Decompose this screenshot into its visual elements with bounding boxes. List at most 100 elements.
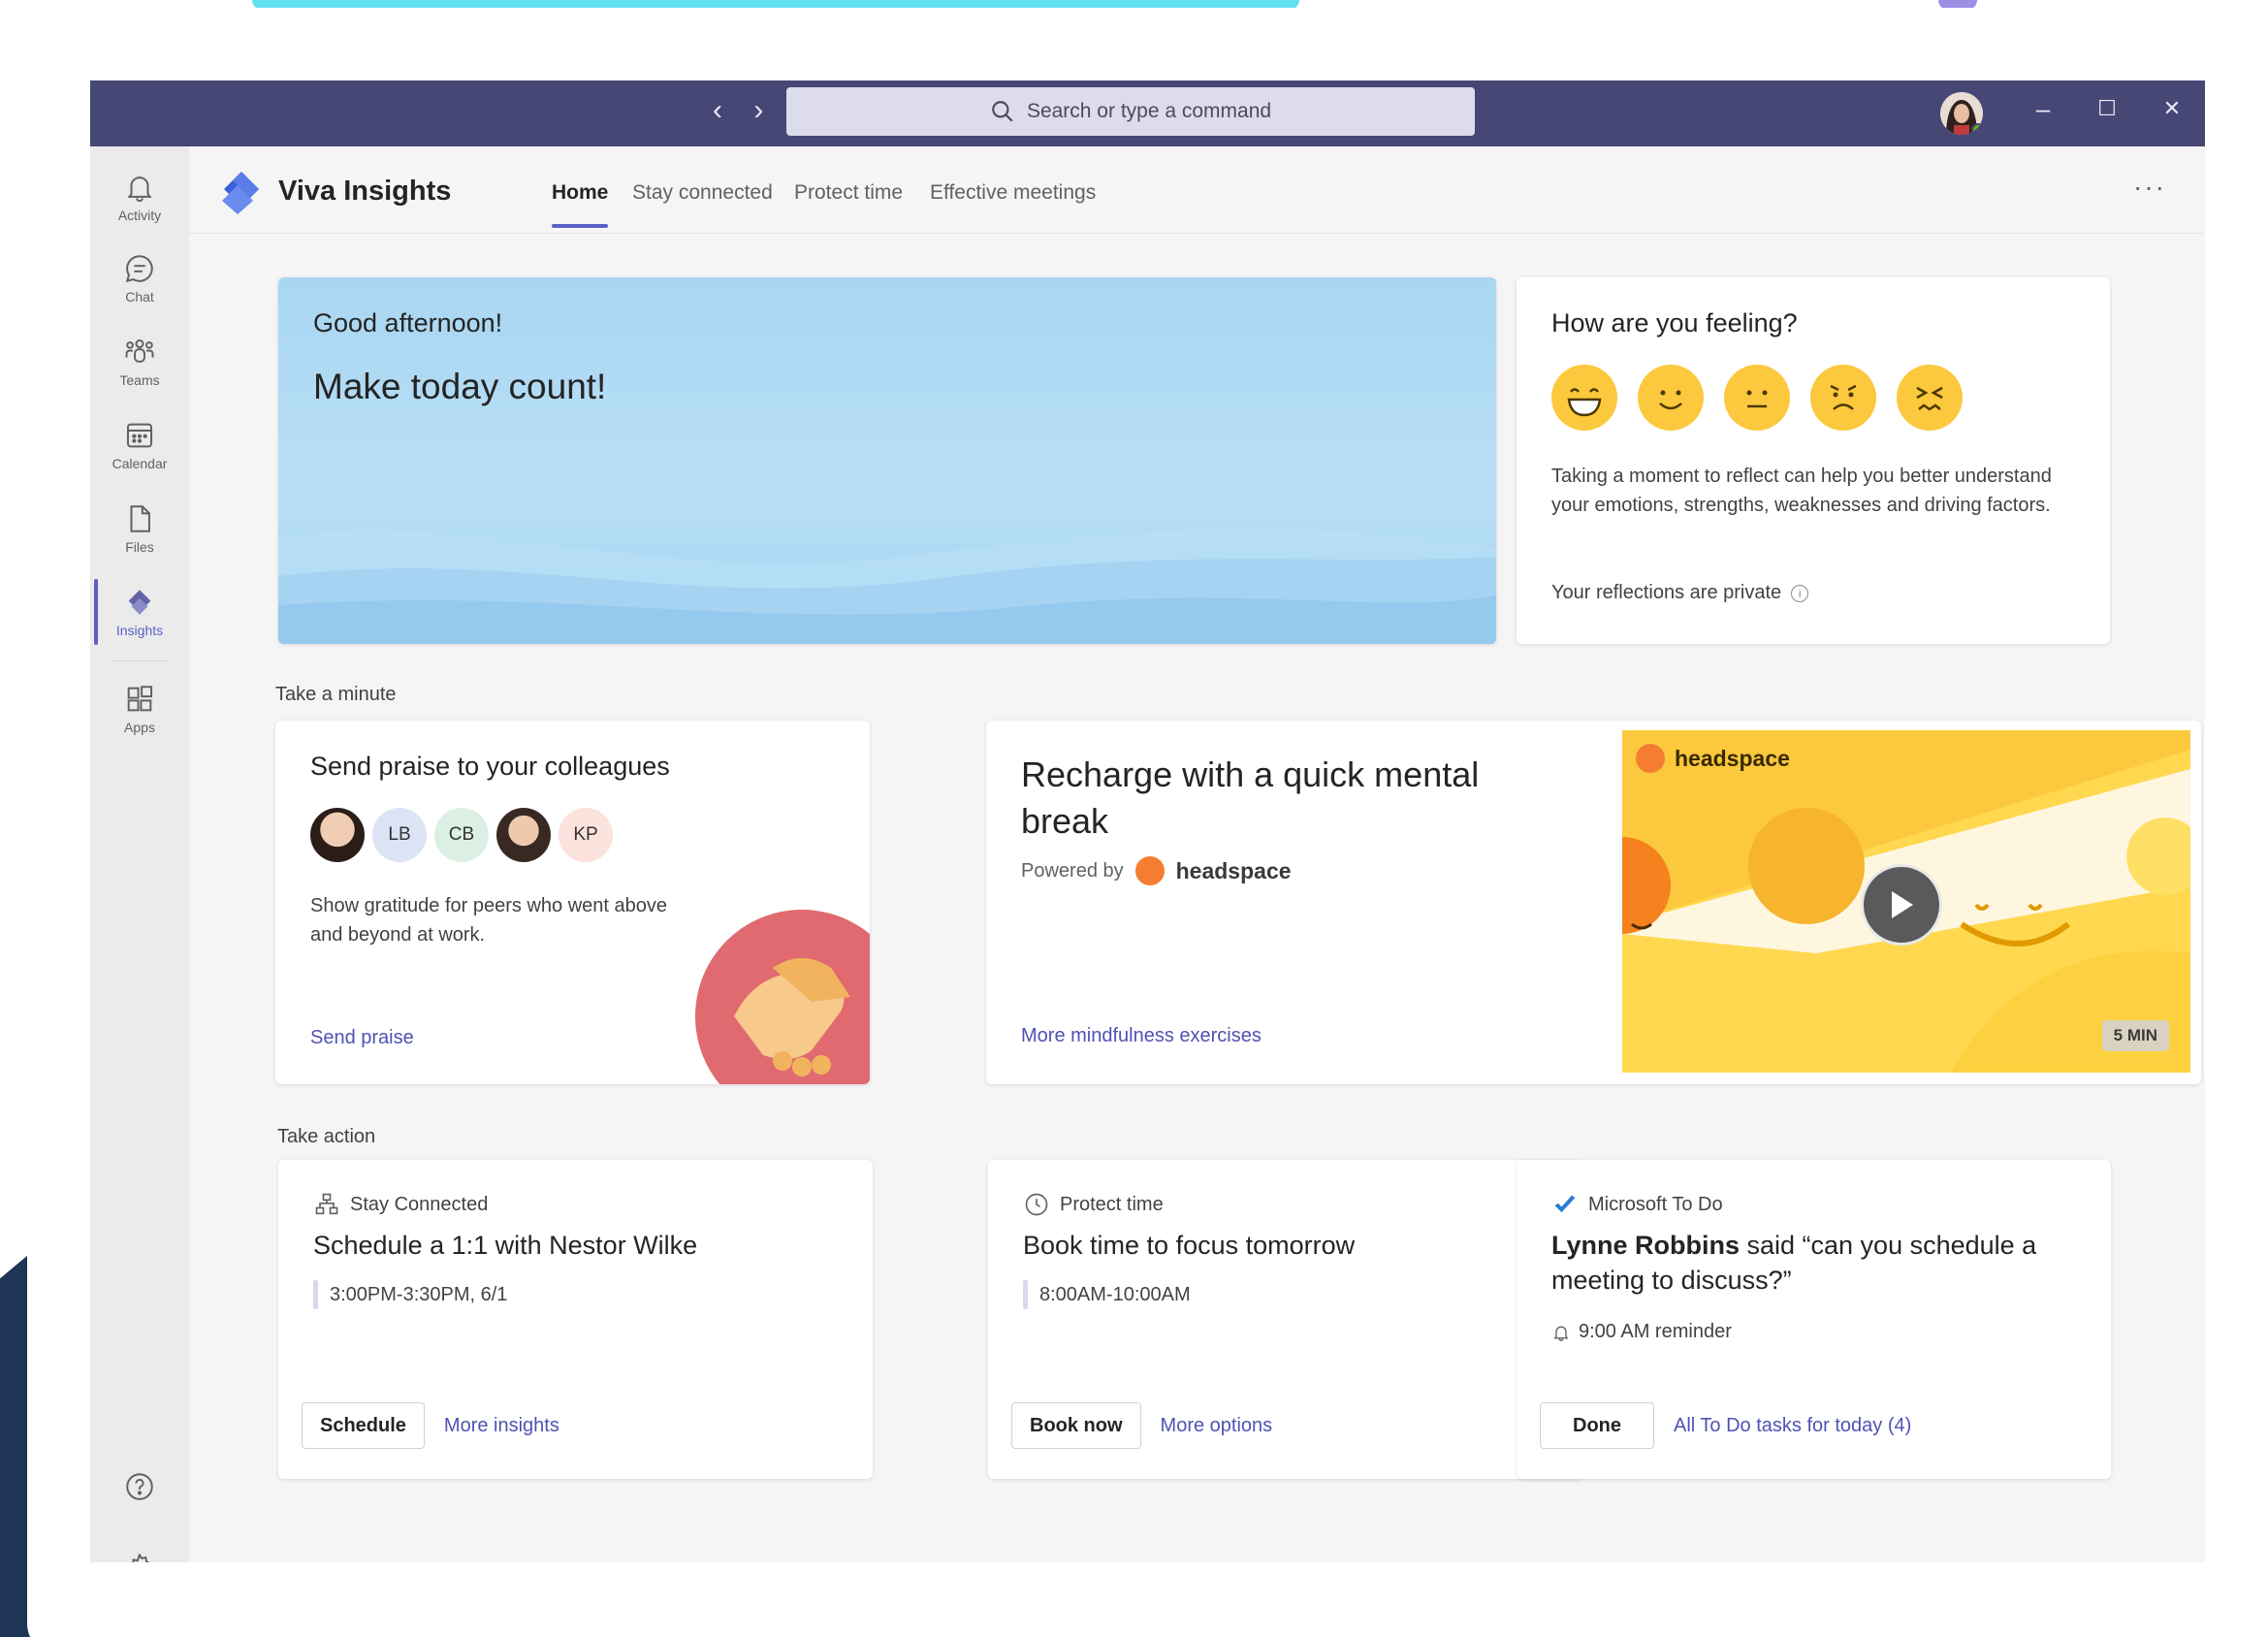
- profile-avatar[interactable]: [1940, 92, 1983, 135]
- privacy-note-text: Your reflections are private: [1551, 582, 1782, 603]
- book-now-button[interactable]: Book now: [1011, 1402, 1141, 1449]
- help-button[interactable]: [90, 1448, 189, 1525]
- rail-label-calendar: Calendar: [112, 456, 168, 471]
- insights-icon: [128, 590, 151, 615]
- privacy-note: Your reflections are private i: [1551, 582, 1809, 604]
- meeting-time: 3:00PM-3:30PM, 6/1: [330, 1283, 508, 1305]
- rail-item-chat[interactable]: Chat: [90, 240, 189, 317]
- happy-emoji-icon[interactable]: [1638, 365, 1704, 431]
- chat-icon: [125, 255, 153, 283]
- handshake-illustration: [695, 910, 870, 1084]
- card-category-text: Stay Connected: [350, 1193, 489, 1215]
- app-title: Viva Insights: [278, 176, 452, 207]
- colleague-avatar-kp[interactable]: KP: [559, 808, 613, 862]
- colleague-avatar[interactable]: [310, 808, 365, 862]
- rail-item-files[interactable]: Files: [90, 490, 189, 567]
- greeting-text: Good afternoon!: [313, 308, 503, 337]
- mood-description: Taking a moment to reflect can help you …: [1551, 465, 2052, 516]
- card-meta: 8:00AM-10:00AM: [1023, 1280, 1191, 1309]
- app-header: Viva Insights Home Stay connected Protec…: [189, 146, 2205, 234]
- rail-item-insights[interactable]: Insights: [90, 573, 189, 651]
- stay-connected-card: Stay Connected Schedule a 1:1 with Nesto…: [278, 1160, 873, 1479]
- rail-label-chat: Chat: [125, 289, 154, 305]
- very-happy-emoji-icon[interactable]: [1551, 365, 1617, 431]
- card-category: Microsoft To Do: [1551, 1191, 1723, 1218]
- more-mindfulness-link[interactable]: More mindfulness exercises: [1021, 1025, 1262, 1047]
- more-options-link[interactable]: More options: [1161, 1415, 1273, 1437]
- search-icon: [992, 101, 1013, 122]
- all-todo-tasks-link[interactable]: All To Do tasks for today (4): [1674, 1415, 1911, 1437]
- colleague-avatar-lb[interactable]: LB: [372, 808, 427, 862]
- praise-description: Show gratitude for peers who went above …: [310, 895, 667, 946]
- history-nav-arrows[interactable]: ‹ ›: [713, 94, 775, 127]
- bell-icon: [127, 177, 152, 203]
- neutral-emoji-icon[interactable]: [1724, 365, 1790, 431]
- greeting-banner: Good afternoon! Make today count!: [278, 277, 1496, 644]
- reminder-text: 9:00 AM reminder: [1579, 1321, 1732, 1342]
- left-app-bar: Activity Chat Teams Calendar Files Insig…: [90, 146, 189, 1562]
- upset-face: [1916, 386, 1943, 411]
- card-category-text: Microsoft To Do: [1588, 1193, 1723, 1215]
- search-input[interactable]: Search or type a command: [786, 87, 1475, 136]
- sad-face: [1830, 384, 1857, 410]
- mood-title: How are you feeling?: [1551, 308, 1798, 337]
- rail-item-teams[interactable]: Teams: [90, 323, 189, 401]
- todo-card: Microsoft To Do Lynne Robbins said “can …: [1517, 1160, 2111, 1479]
- search-placeholder: Search or type a command: [1026, 100, 1272, 122]
- sad-emoji-icon[interactable]: [1810, 365, 1876, 431]
- card-category: Protect time: [1023, 1191, 1164, 1218]
- tab-protect-time[interactable]: Protect time: [794, 181, 903, 205]
- rail-label-apps: Apps: [124, 720, 155, 735]
- rail-item-calendar[interactable]: Calendar: [90, 406, 189, 484]
- gear-icon: [132, 1553, 150, 1562]
- colleague-avatar-cb[interactable]: CB: [434, 808, 489, 862]
- rail-item-activity[interactable]: Activity: [90, 158, 189, 236]
- sender-name: Lynne Robbins: [1551, 1231, 1740, 1260]
- done-button[interactable]: Done: [1540, 1402, 1654, 1449]
- video-duration-badge: 5 MIN: [2101, 1020, 2169, 1051]
- powered-by: Powered by headspace: [1021, 856, 1292, 885]
- card-title: Schedule a 1:1 with Nestor Wilke: [313, 1231, 698, 1260]
- focus-time: 8:00AM-10:00AM: [1039, 1283, 1191, 1305]
- bell-icon: [1553, 1326, 1569, 1341]
- card-actions: Schedule More insights: [302, 1402, 559, 1449]
- video-brand: headspace: [1636, 744, 1790, 773]
- tab-effective-meetings[interactable]: Effective meetings: [930, 181, 1096, 205]
- colleague-avatar[interactable]: [496, 808, 551, 862]
- maximize-button[interactable]: ☐: [2088, 96, 2126, 121]
- upset-emoji-icon[interactable]: [1897, 365, 1963, 431]
- more-options-icon[interactable]: ···: [2133, 172, 2166, 203]
- recharge-card: Recharge with a quick mental break Power…: [986, 721, 2201, 1084]
- tab-home[interactable]: Home: [552, 181, 609, 228]
- recharge-title: Recharge with a quick mental break: [1021, 754, 1480, 841]
- time-marker: [1023, 1280, 1028, 1309]
- card-title: Lynne Robbins said “can you schedule a m…: [1551, 1228, 2075, 1298]
- minimize-button[interactable]: –: [2024, 94, 2062, 124]
- tab-stay-connected[interactable]: Stay connected: [632, 181, 773, 205]
- close-button[interactable]: ✕: [2153, 96, 2191, 121]
- play-button[interactable]: [1861, 864, 1942, 946]
- meditation-video[interactable]: headspace 5 MIN: [1622, 730, 2190, 1073]
- settings-button[interactable]: [90, 1529, 189, 1562]
- headspace-logo-icon: [1134, 856, 1165, 885]
- help-icon: [126, 1473, 153, 1500]
- apps-icon: [127, 686, 153, 712]
- schedule-button[interactable]: Schedule: [302, 1402, 425, 1449]
- presence-status-icon: [1971, 123, 1983, 135]
- mood-check-card: How are you feeling? Taking a moment to …: [1517, 277, 2110, 644]
- card-category: Stay Connected: [313, 1191, 488, 1218]
- rail-item-apps[interactable]: Apps: [90, 670, 189, 748]
- card-actions: Done All To Do tasks for today (4): [1540, 1402, 1911, 1449]
- wave-illustration: [278, 529, 1496, 644]
- happy-face: [1659, 390, 1682, 410]
- neutral-face: [1746, 390, 1768, 408]
- greeting-tagline: Make today count!: [313, 367, 607, 406]
- protect-time-card: Protect time Book time to focus tomorrow…: [988, 1160, 1582, 1479]
- card-actions: Book now More options: [1011, 1402, 1272, 1449]
- teams-icon: [125, 338, 154, 363]
- info-icon[interactable]: i: [1791, 584, 1809, 602]
- rail-divider: [112, 660, 168, 661]
- send-praise-link[interactable]: Send praise: [310, 1027, 414, 1049]
- teams-window: ‹ › Search or type a command – ☐ ✕ Activ…: [90, 80, 2205, 1562]
- more-insights-link[interactable]: More insights: [444, 1415, 559, 1437]
